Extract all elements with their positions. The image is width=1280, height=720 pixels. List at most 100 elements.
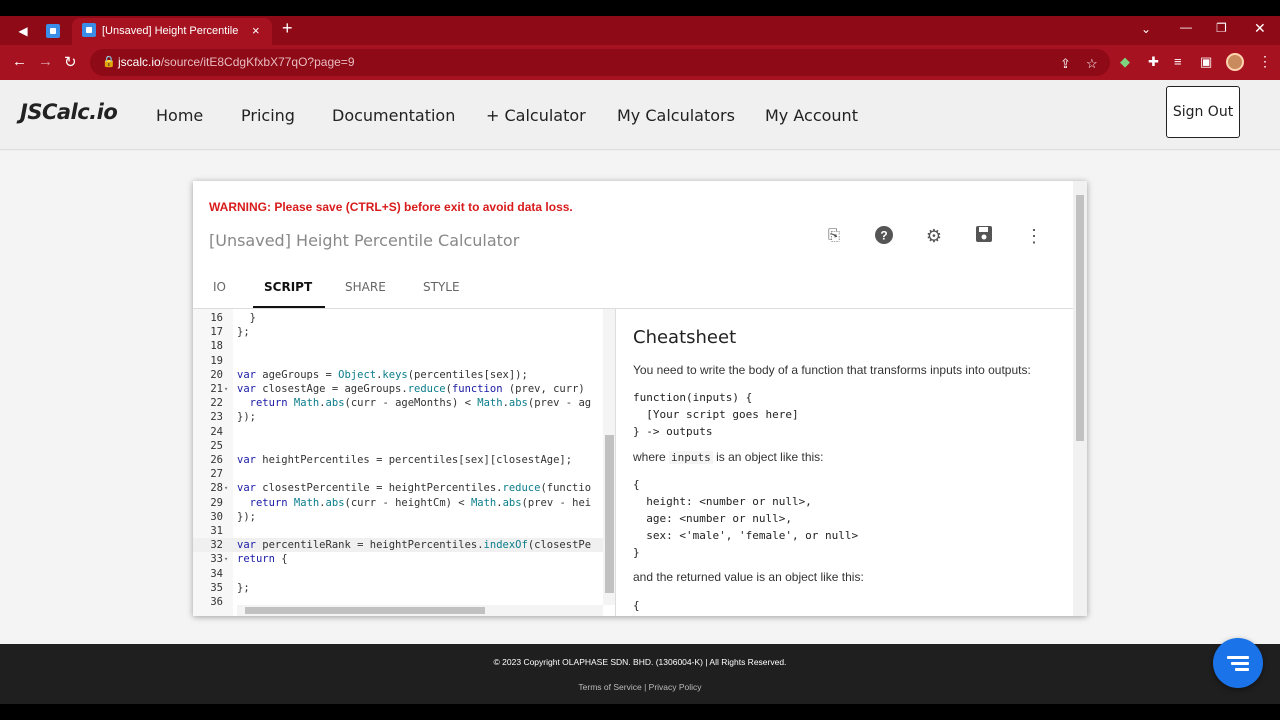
site-header: JSCalc.io Home Pricing Documentation + C… — [0, 80, 1280, 150]
back-arrow-icon[interactable]: ← — [12, 53, 27, 70]
nav-add-calculator[interactable]: + Calculator — [486, 106, 586, 125]
code-text: }; — [237, 326, 250, 339]
nav-documentation[interactable]: Documentation — [332, 106, 455, 125]
address-bar[interactable]: 🔒 jscalc.io/source/itE8CdgKfxbX77qO?page… — [90, 49, 1110, 76]
calculator-editor: WARNING: Please save (CTRL+S) before exi… — [193, 181, 1087, 616]
svg-text:?: ? — [880, 229, 887, 243]
screen-top-strip — [0, 0, 1280, 16]
code-line[interactable]: 27 — [193, 467, 603, 481]
script-code-editor[interactable]: 16 } 17}; 18 19 20 var ageGroups = Object.key… — [193, 309, 616, 616]
code-horizontal-scroll-thumb[interactable] — [245, 607, 485, 614]
editor-scroll-thumb[interactable] — [1076, 195, 1084, 441]
fold-arrow-icon[interactable]: ▾ — [224, 481, 228, 495]
line-number: 30 — [210, 510, 223, 523]
line-number: 19 — [210, 354, 223, 367]
share-icon[interactable]: ⇪ — [1060, 56, 1071, 72]
code-line[interactable]: 32 var percentileRank = heightPercentiles… — [193, 538, 603, 553]
star-icon[interactable]: ☆ — [1086, 56, 1098, 72]
code-line[interactable]: 34 — [193, 567, 603, 581]
code-line[interactable]: 23}); — [193, 410, 603, 424]
file-settings-icon[interactable]: ⎘ — [823, 225, 845, 247]
code-text: return Math.abs(curr - heightCm) < Math.… — [249, 496, 592, 509]
code-line[interactable]: 21 var closestAge = ageGroups.reduce(func… — [193, 382, 603, 396]
calculator-title[interactable]: [Unsaved] Height Percentile Calculator — [209, 231, 519, 250]
media-speaker-icon[interactable]: ◀ — [14, 22, 32, 40]
code-line[interactable]: 17}; — [193, 325, 603, 339]
line-number: 18 — [210, 340, 223, 353]
restore-window-icon[interactable]: ❐ — [1216, 21, 1227, 35]
line-number: 32 — [210, 539, 223, 552]
nav-my-account[interactable]: My Account — [765, 106, 858, 125]
close-tab-icon[interactable]: × — [252, 23, 260, 38]
code-line[interactable]: 35}; — [193, 581, 603, 595]
pinned-tab[interactable] — [46, 22, 66, 40]
returned-example: { — [633, 599, 640, 612]
site-footer: © 2023 Copyright OLAPHASE SDN. BHD. (130… — [0, 644, 1280, 704]
chat-fab-button[interactable] — [1213, 638, 1263, 688]
code-line[interactable]: 30}); — [193, 510, 603, 524]
code-line[interactable]: 25 — [193, 439, 603, 453]
code-vertical-scroll-thumb[interactable] — [605, 435, 614, 593]
code-text: return Math.abs(curr - ageMonths) < Math… — [249, 397, 592, 410]
code-horizontal-scrollbar[interactable] — [237, 605, 603, 616]
fab-line — [1227, 656, 1249, 659]
more-vert-icon[interactable]: ⋮ — [1023, 225, 1045, 247]
browser-tab-title: [Unsaved] Height Percentile Calc — [102, 25, 242, 37]
profile-avatar[interactable] — [1226, 53, 1244, 71]
close-window-icon[interactable]: ✕ — [1254, 20, 1266, 37]
minimize-window-icon[interactable]: — — [1180, 20, 1192, 34]
puzzle-icon[interactable]: ✚ — [1148, 54, 1159, 70]
tab-share[interactable]: SHARE — [345, 280, 386, 294]
code-vertical-scrollbar[interactable] — [603, 309, 615, 605]
tab-io[interactable]: IO — [213, 280, 226, 294]
forward-arrow-icon[interactable]: → — [38, 53, 53, 70]
active-browser-tab[interactable]: [Unsaved] Height Percentile Calc × — [72, 18, 272, 45]
code-line[interactable]: 18 — [193, 339, 603, 353]
settings-icon[interactable]: ⚙ — [923, 225, 945, 247]
lock-icon: 🔒 — [102, 56, 116, 68]
site-logo[interactable]: JSCalc.io — [20, 100, 118, 124]
editor-vertical-scrollbar[interactable] — [1073, 181, 1087, 616]
code-line[interactable]: 19 — [193, 354, 603, 368]
media-icon[interactable]: ≡ — [1174, 54, 1182, 69]
line-number: 27 — [210, 468, 223, 481]
privacy-link[interactable]: Privacy Policy — [649, 682, 702, 692]
terms-link[interactable]: Terms of Service — [578, 682, 641, 692]
reload-icon[interactable]: ↻ — [64, 53, 77, 71]
line-number: 35 — [210, 581, 223, 594]
code-line[interactable]: 24 — [193, 425, 603, 439]
line-number: 16 — [210, 312, 223, 324]
line-number: 34 — [210, 567, 223, 580]
code-line[interactable]: 28 var closestPercentile = heightPercenti… — [193, 481, 603, 495]
tab-style[interactable]: STYLE — [423, 280, 460, 294]
menu-dots-icon[interactable]: ⋮ — [1258, 53, 1272, 70]
code-line[interactable]: 33 return {▾ — [193, 552, 603, 566]
sidebar-icon[interactable]: ▣ — [1200, 54, 1212, 70]
help-icon[interactable]: ? — [873, 225, 895, 247]
copyright-text: © 2023 Copyright OLAPHASE SDN. BHD. (130… — [493, 657, 787, 667]
code-line[interactable]: 20 var ageGroups = Object.keys(percentile… — [193, 368, 603, 382]
line-number: 28 — [210, 482, 223, 495]
code-line[interactable]: 29 return Math.abs(curr - heightCm) < Ma… — [193, 496, 603, 510]
code-line[interactable]: 16 } — [193, 311, 603, 325]
nav-pricing[interactable]: Pricing — [241, 106, 295, 125]
tab-search-icon[interactable]: ⌄ — [1141, 22, 1151, 36]
new-tab-button[interactable]: + — [282, 19, 293, 37]
tab-script[interactable]: SCRIPT — [264, 280, 312, 294]
code-line[interactable]: 26 var heightPercentiles = percentiles[se… — [193, 453, 603, 467]
screen-bottom-strip — [0, 704, 1280, 720]
code-line[interactable]: 22 return Math.abs(curr - ageMonths) < M… — [193, 396, 603, 410]
line-number: 22 — [210, 397, 223, 410]
fold-arrow-icon[interactable]: ▾ — [224, 382, 228, 396]
fold-arrow-icon[interactable]: ▾ — [224, 552, 228, 566]
jscalc-favicon-icon — [46, 24, 60, 38]
sign-out-button[interactable]: Sign Out — [1166, 86, 1240, 138]
code-text: }); — [237, 411, 256, 424]
nav-home[interactable]: Home — [156, 106, 203, 125]
save-icon[interactable] — [973, 225, 995, 247]
code-text: var heightPercentiles = percentiles[sex]… — [237, 454, 573, 466]
nav-my-calculators[interactable]: My Calculators — [617, 106, 735, 125]
code-line[interactable]: 31 — [193, 524, 603, 538]
line-number: 31 — [210, 525, 223, 537]
extension-icon[interactable]: ◆ — [1120, 54, 1130, 70]
